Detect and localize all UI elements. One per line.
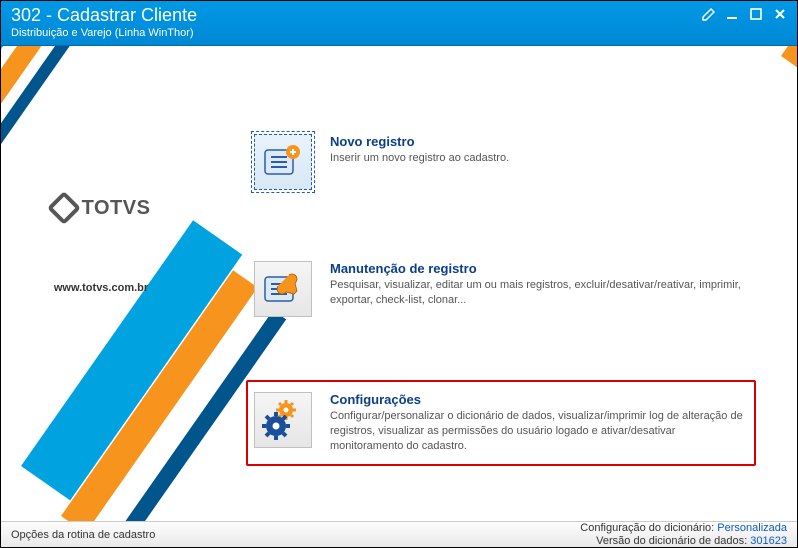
option-desc: Inserir um novo registro ao cadastro. — [330, 151, 748, 166]
novo-registro-icon — [254, 134, 312, 190]
option-text: Configurações Configurar/personalizar o … — [330, 392, 748, 454]
option-manutencao-registro[interactable]: Manutenção de registro Pesquisar, visual… — [246, 253, 756, 325]
titlebar: 302 - Cadastrar Cliente Distribuição e V… — [1, 1, 797, 46]
brand-logo-icon — [47, 191, 81, 225]
config-value[interactable]: Personalizada — [717, 522, 787, 534]
option-list: Novo registro Inserir um novo registro a… — [246, 126, 756, 501]
option-novo-registro[interactable]: Novo registro Inserir um novo registro a… — [246, 126, 756, 198]
version-value[interactable]: 301623 — [750, 535, 787, 547]
brand-name: TOTVS — [82, 197, 151, 220]
option-desc: Configurar/personalizar o dicionário de … — [330, 409, 748, 454]
config-label: Configuração do dicionário: — [580, 522, 714, 534]
option-title: Manutenção de registro — [330, 261, 748, 276]
window-title: 302 - Cadastrar Cliente — [11, 5, 197, 26]
statusbar: Opções da rotina de cadastro Configuraçã… — [1, 521, 797, 547]
statusbar-config: Configuração do dicionário: Personalizad… — [580, 522, 787, 535]
content-area: TOTVS www.totvs.com.br Novo registro Ins… — [1, 46, 797, 522]
decorative-stripe — [781, 46, 797, 69]
manutencao-registro-icon — [254, 261, 312, 317]
edit-icon[interactable] — [701, 7, 715, 21]
statusbar-version: Versão do dicionário de dados: 301623 — [580, 535, 787, 548]
titlebar-text: 302 - Cadastrar Cliente Distribuição e V… — [11, 5, 197, 39]
statusbar-right: Configuração do dicionário: Personalizad… — [580, 522, 787, 547]
brand-sidebar: TOTVS www.totvs.com.br — [21, 196, 181, 294]
version-label: Versão do dicionário de dados: — [596, 535, 747, 547]
window-subtitle: Distribuição e Varejo (Linha WinThor) — [11, 27, 197, 39]
maximize-icon[interactable] — [749, 7, 763, 21]
statusbar-left: Opções da rotina de cadastro — [11, 529, 155, 541]
option-title: Configurações — [330, 392, 748, 407]
close-icon[interactable] — [773, 7, 787, 21]
minimize-icon[interactable] — [725, 7, 739, 21]
option-title: Novo registro — [330, 134, 748, 149]
option-text: Manutenção de registro Pesquisar, visual… — [330, 261, 748, 308]
option-desc: Pesquisar, visualizar, editar um ou mais… — [330, 278, 748, 308]
titlebar-controls — [701, 5, 787, 21]
brand-logo: TOTVS — [21, 196, 181, 220]
option-text: Novo registro Inserir um novo registro a… — [330, 134, 748, 166]
brand-website: www.totvs.com.br — [21, 282, 181, 294]
option-configuracoes[interactable]: Configurações Configurar/personalizar o … — [246, 380, 756, 466]
configuracoes-icon — [254, 392, 312, 448]
